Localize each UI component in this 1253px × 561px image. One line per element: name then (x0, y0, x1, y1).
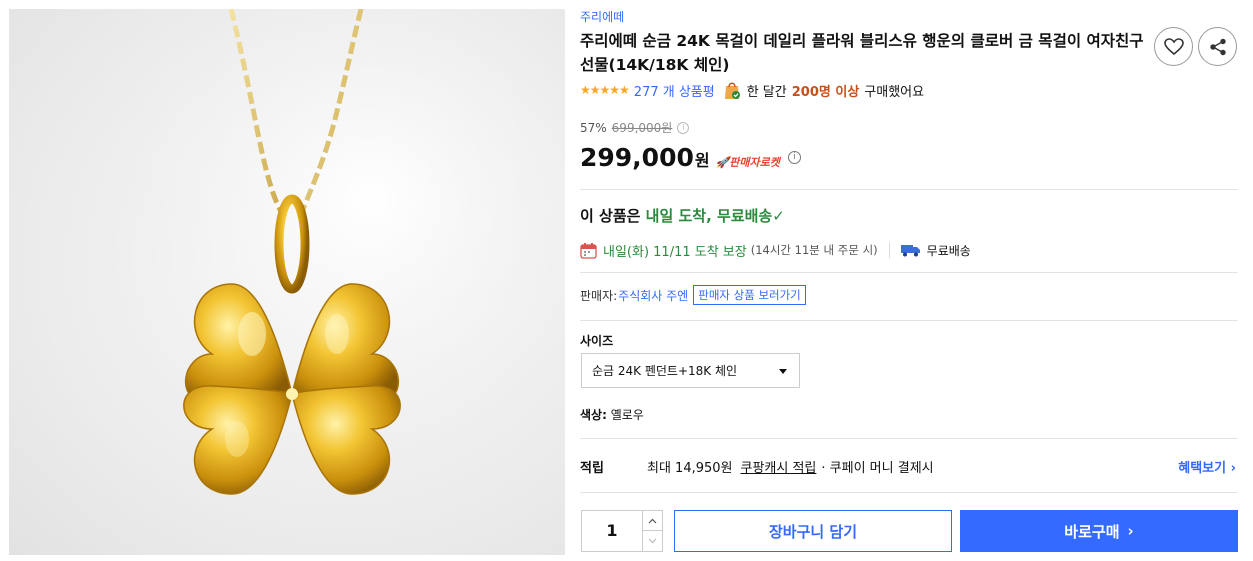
brand-link[interactable]: 주리에떼 (580, 8, 624, 25)
free-shipping-label: 무료배송 (926, 243, 971, 258)
seller-label: 판매자: (580, 288, 618, 303)
delivery-note: (14시간 11분 내 주문 시) (750, 243, 878, 257)
delivery-headline-highlight: 내일 도착, 무료배송✓ (645, 207, 785, 225)
popular-text-suffix: 구매했어요 (864, 84, 925, 100)
quantity-decrease-button[interactable] (642, 531, 662, 551)
separator (888, 242, 890, 258)
chevron-down-icon (648, 538, 657, 544)
delivery-date: 내일(화) 11/11 도착 보장 (603, 244, 747, 260)
share-icon (1209, 38, 1226, 55)
divider (580, 189, 1238, 190)
calendar-icon (580, 242, 597, 259)
color-value: 옐로우 (610, 408, 644, 422)
original-price: 699,000원 (611, 121, 673, 135)
product-title: 주리에떼 순금 24K 목걸이 데일리 플라워 블리스유 행운의 클로버 금 목… (580, 32, 1144, 74)
quantity-stepper: 1 (581, 510, 663, 552)
seller-name-link[interactable]: 주식회사 주엔 (618, 287, 688, 304)
discount-row: 57% 699,000원 i (580, 119, 690, 136)
price-info-icon[interactable]: i (677, 121, 690, 134)
favorite-button[interactable] (1154, 27, 1193, 66)
popular-count: 200명 이상 (791, 84, 860, 100)
shopping-bag-icon (724, 82, 740, 99)
add-to-cart-button[interactable]: 장바구니 담기 (674, 510, 952, 552)
quantity-input[interactable]: 1 (582, 511, 642, 551)
price-unit: 원 (694, 151, 710, 170)
color-label: 색상: (580, 408, 607, 422)
discount-rate: 57% (580, 120, 607, 135)
delivery-headline: 이 상품은 내일 도착, 무료배송✓ (580, 205, 785, 226)
seller-row: 판매자: 주식회사 주엔 판매자 상품 보러가기 (580, 285, 806, 305)
popular-text-prefix: 한 달간 (746, 84, 787, 100)
sale-price: 299,000 (580, 143, 694, 172)
size-select[interactable]: 순금 24K 펜던트+18K 체인 (581, 353, 800, 388)
chevron-right-icon: › (1127, 522, 1134, 540)
delivery-row: 내일(화) 11/11 도착 보장 (14시간 11분 내 주문 시) 무료배송 (580, 239, 971, 261)
review-count-link[interactable]: 277 개 상품평 (634, 81, 715, 100)
clover-pendant-illustration (9, 9, 565, 555)
reward-label: 적립 (580, 461, 604, 476)
reward-pay-text: · 쿠페이 머니 결제시 (821, 461, 934, 476)
reward-row: 적립 최대 14,950원 쿠팡캐시 적립 · 쿠페이 머니 결제시 혜택보기 … (580, 457, 1238, 476)
chevron-down-icon (779, 369, 787, 374)
size-label: 사이즈 (580, 334, 614, 348)
rocket-badge: 🚀판매자로켓 (715, 156, 780, 169)
rocket-info-icon[interactable]: i (787, 151, 801, 164)
price-row: 299,000 원 🚀판매자로켓 i (580, 143, 801, 172)
product-image[interactable] (9, 9, 565, 555)
reward-max: 최대 14,950원 (647, 461, 733, 476)
buy-now-label: 바로구매 (1064, 522, 1120, 541)
product-info-panel: 주리에떼 주리에떼 순금 24K 목걸이 데일리 플라워 블리스유 행운의 클로… (580, 0, 1238, 561)
rating-row: ★★★★★ 277 개 상품평 한 달간 200명 이상 구매했어요 (580, 79, 924, 101)
color-row: 색상: 옐로우 (580, 406, 644, 423)
coupang-cash-link[interactable]: 쿠팡캐시 적립 (741, 457, 817, 476)
benefit-button[interactable]: 혜택보기 › (1178, 457, 1236, 476)
divider (580, 320, 1238, 321)
size-selected-value: 순금 24K 펜던트+18K 체인 (592, 364, 738, 378)
heart-icon (1163, 37, 1184, 55)
share-button[interactable] (1198, 27, 1237, 66)
rating-stars: ★★★★★ (580, 83, 630, 97)
divider (580, 272, 1238, 273)
delivery-headline-prefix: 이 상품은 (580, 207, 641, 225)
truck-icon (900, 245, 920, 257)
buy-now-button[interactable]: 바로구매 › (960, 510, 1238, 552)
divider (580, 492, 1238, 493)
add-to-cart-label: 장바구니 담기 (768, 522, 858, 541)
divider (580, 438, 1238, 439)
chevron-up-icon (648, 518, 657, 523)
seller-products-button[interactable]: 판매자 상품 보러가기 (693, 285, 806, 305)
quantity-increase-button[interactable] (642, 511, 662, 531)
